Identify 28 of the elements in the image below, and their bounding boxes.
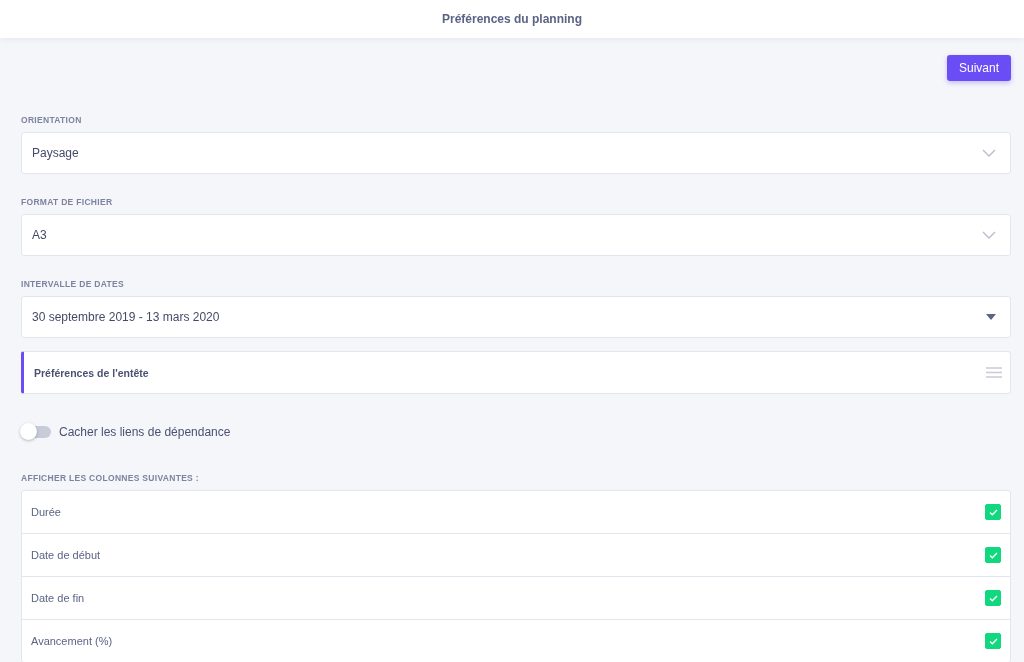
select-field[interactable]: Paysage (21, 132, 1011, 174)
checkbox[interactable] (985, 590, 1001, 606)
check-icon (988, 637, 998, 645)
field-label: FORMAT DE FICHIER (21, 197, 114, 208)
field-label: ORIENTATION (21, 115, 83, 126)
checkbox[interactable] (985, 547, 1001, 563)
field-label: INTERVALLE DE DATES (21, 279, 125, 290)
page-title: Préférences du planning (441, 12, 582, 26)
caret-icon (986, 314, 996, 320)
check-icon (988, 508, 998, 516)
select-field[interactable]: A3 (21, 214, 1011, 256)
toggle-label: Cacher les liens de dépendance (59, 425, 231, 439)
section-header[interactable]: Préférences de l'entête (21, 351, 1011, 394)
column-option: Date de début (31, 549, 101, 561)
menu-icon (986, 367, 1002, 378)
chevron-icon (982, 149, 996, 157)
select-field[interactable]: 30 septembre 2019 - 13 mars 2020 (21, 296, 1011, 338)
column-option: Date de fin (31, 592, 85, 604)
next-button[interactable]: Suivant (946, 55, 1011, 81)
column-option: Avancement (%) (31, 635, 113, 647)
section-label: AFFICHER LES COLONNES SUIVANTES : (21, 473, 200, 484)
column-option: Durée (31, 506, 61, 518)
check-icon (988, 594, 998, 602)
chevron-icon (982, 231, 996, 239)
toggle-switch[interactable] (21, 426, 51, 438)
checkbox[interactable] (985, 504, 1001, 520)
checkbox[interactable] (985, 633, 1001, 649)
check-icon (988, 551, 998, 559)
